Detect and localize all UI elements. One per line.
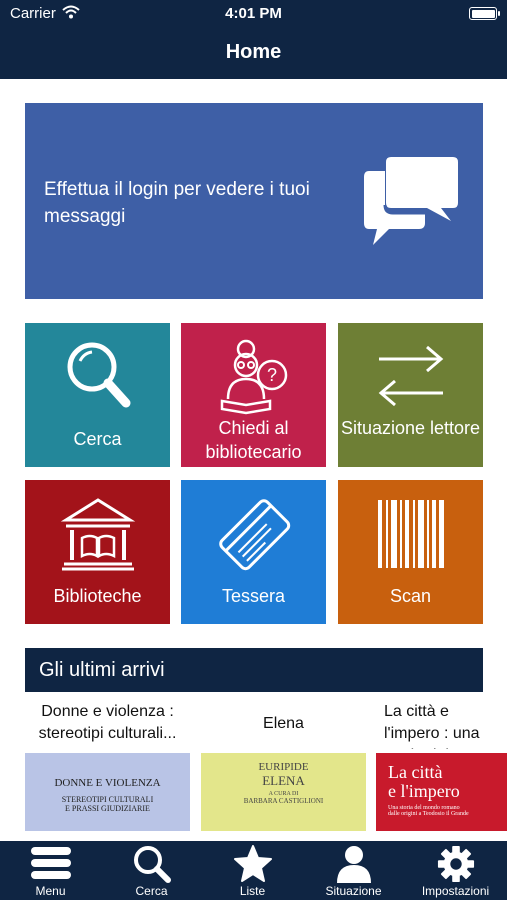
- tile-label: Chiedi al bibliotecario: [205, 418, 302, 462]
- gear-icon: [404, 845, 507, 883]
- tile-tessera[interactable]: Tessera: [181, 480, 326, 624]
- tab-liste[interactable]: Liste: [202, 841, 303, 900]
- status-bar: Carrier 4:01 PM: [0, 0, 507, 28]
- arrival-title: Elena: [201, 701, 366, 749]
- tab-situazione[interactable]: Situazione: [303, 841, 404, 900]
- arrival-title-text: La città e l'impero : una storia del...: [384, 703, 480, 749]
- library-building-icon: [25, 496, 170, 572]
- cover-line: DONNE E VIOLENZA: [54, 777, 161, 789]
- tile-label: Cerca: [73, 429, 122, 449]
- arrival-title-text: Donne e violenza : stereotipi culturali.…: [38, 703, 177, 742]
- tab-label: Cerca: [135, 884, 168, 898]
- card-icon: [181, 496, 326, 572]
- person-icon: [303, 845, 404, 883]
- tab-cerca[interactable]: Cerca: [101, 841, 202, 900]
- tile-situazione-lettore[interactable]: Situazione lettore: [338, 323, 483, 467]
- login-banner[interactable]: Effettua il login per vedere i tuoi mess…: [25, 103, 483, 299]
- cover-line: La città: [388, 762, 443, 782]
- arrival-item[interactable]: La città e l'impero : una storia del... …: [376, 701, 507, 831]
- tile-label: Situazione lettore: [340, 418, 481, 438]
- tab-menu[interactable]: Menu: [0, 841, 101, 900]
- arrival-title: La città e l'impero : una storia del...: [376, 701, 507, 749]
- tile-label: Biblioteche: [53, 586, 142, 606]
- battery-icon: [469, 7, 500, 20]
- latest-arrivals-header: Gli ultimi arrivi: [25, 648, 483, 692]
- tile-biblioteche[interactable]: Biblioteche: [25, 480, 170, 624]
- librarian-icon: ?: [181, 335, 326, 415]
- section-title: Gli ultimi arrivi: [39, 659, 165, 681]
- cover-line: E PRASSI GIUDIZIARIE: [65, 804, 150, 813]
- svg-text:?: ?: [266, 365, 276, 385]
- cover-line: EURIPIDE: [258, 761, 309, 773]
- barcode-icon: [338, 500, 483, 568]
- arrival-item[interactable]: Donne e violenza : stereotipi culturali.…: [25, 701, 190, 831]
- cover-line: dalle origini a Teodosio il Grande: [388, 811, 469, 817]
- tile-cerca[interactable]: Cerca: [25, 323, 170, 467]
- tile-label: Scan: [389, 586, 432, 606]
- tab-label: Menu: [35, 884, 66, 898]
- cover-line: ELENA: [262, 773, 305, 788]
- cover-line: e l'impero: [388, 781, 460, 801]
- tab-label: Situazione: [325, 884, 382, 898]
- tile-scan[interactable]: Scan: [338, 480, 483, 624]
- book-cover: La città e l'impero Una storia del mondo…: [376, 753, 507, 831]
- search-icon: [101, 845, 202, 883]
- book-cover: EURIPIDE ELENA A CURA DI BARBARA CASTIGL…: [201, 753, 366, 831]
- book-cover: DONNE E VIOLENZA STEREOTIPI CULTURALI E …: [25, 753, 190, 831]
- arrows-swap-icon: [338, 341, 483, 411]
- tab-label: Liste: [239, 884, 266, 898]
- tab-label: Impostazioni: [421, 884, 490, 898]
- cover-line: BARBARA CASTIGLIONI: [243, 797, 324, 805]
- chat-bubbles-icon: [361, 153, 461, 254]
- hamburger-icon: [0, 845, 101, 881]
- navigation-bar: Home: [0, 28, 507, 79]
- search-icon: [25, 339, 170, 411]
- arrival-title: Donne e violenza : stereotipi culturali.…: [25, 701, 190, 749]
- page-title: Home: [225, 41, 282, 63]
- tile-chiedi-al-bibliotecario[interactable]: ? Chiedi al bibliotecario: [181, 323, 326, 467]
- clock: 4:01 PM: [225, 5, 282, 22]
- home-content[interactable]: Effettua il login per vedere i tuoi mess…: [0, 79, 507, 841]
- tab-impostazioni[interactable]: Impostazioni: [404, 841, 507, 900]
- arrival-item[interactable]: Elena EURIPIDE ELENA A CURA DI BARBARA C…: [201, 701, 366, 831]
- cover-line: STEREOTIPI CULTURALI: [61, 795, 154, 804]
- login-banner-text: Effettua il login per vedere i tuoi mess…: [44, 179, 310, 227]
- arrival-title-text: Elena: [263, 715, 304, 732]
- star-icon: [202, 845, 303, 883]
- tab-bar: Menu Cerca Liste Situazione Impostazioni: [0, 841, 507, 900]
- tile-label: Tessera: [221, 586, 286, 606]
